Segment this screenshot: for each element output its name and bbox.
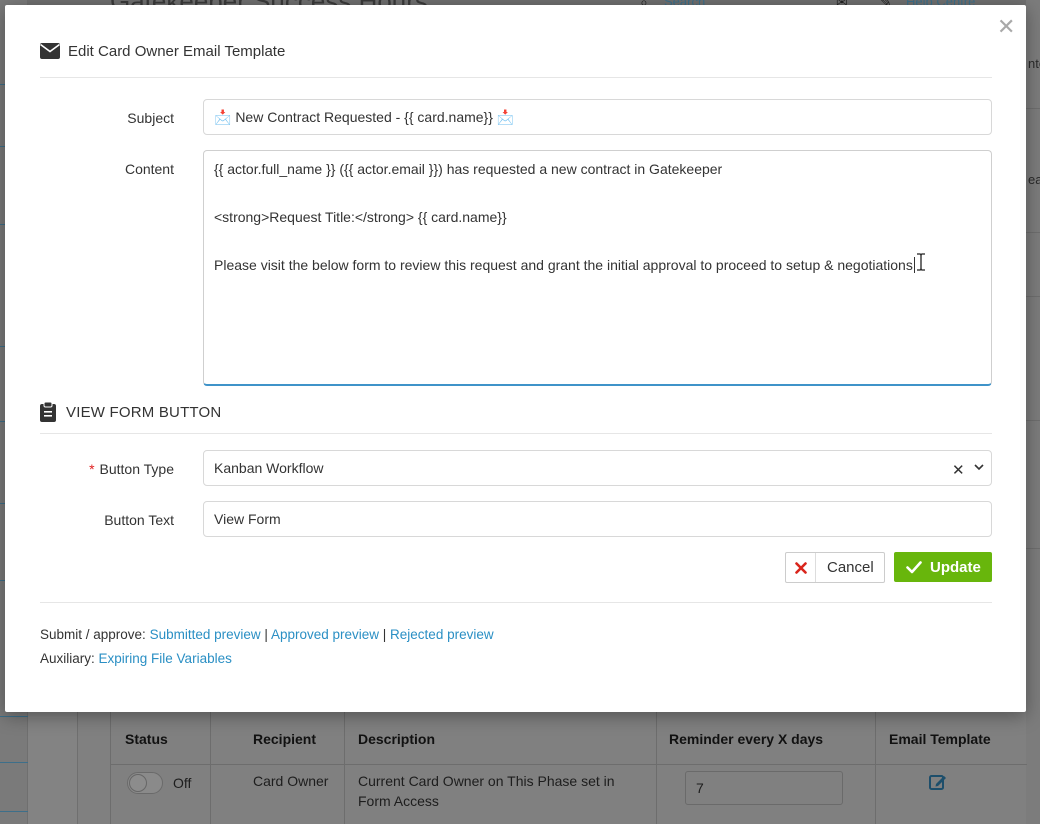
button-type-label: * Button Type: [89, 461, 174, 477]
table-header-recipient: Recipient: [253, 731, 317, 747]
chevron-down-icon[interactable]: [973, 461, 985, 473]
section-divider: [40, 433, 992, 434]
content-line: [214, 184, 981, 208]
header-divider: [40, 77, 992, 78]
subject-input[interactable]: 📩 New Contract Requested - {{ card.name}…: [203, 99, 992, 135]
background-left-panel: [28, 700, 78, 824]
link-separator: |: [382, 627, 387, 642]
background-right-text: nte: [1028, 56, 1040, 71]
cancel-x-icon: [786, 553, 816, 582]
text-cursor-icon: [917, 253, 925, 271]
view-form-section-header: VIEW FORM BUTTON: [40, 401, 221, 423]
table-header-reminder: Reminder every X days: [669, 731, 824, 747]
link-separator: |: [264, 627, 268, 642]
background-reminders-table: Status Recipient Description Reminder ev…: [110, 712, 1027, 824]
button-text-label: Button Text: [104, 512, 174, 528]
footer-divider: [40, 602, 992, 603]
cancel-label: Cancel: [827, 559, 874, 576]
edit-template-icon[interactable]: [928, 772, 948, 792]
section-title: VIEW FORM BUTTON: [66, 403, 222, 421]
rejected-preview-link[interactable]: Rejected preview: [390, 627, 494, 642]
content-line: <strong>Request Title:</strong> {{ card.…: [214, 209, 507, 225]
background-right-edge: [1026, 0, 1040, 824]
edit-email-template-modal: ✕ Edit Card Owner Email Template Subject…: [5, 5, 1026, 712]
update-button[interactable]: Update: [894, 552, 992, 582]
cancel-button[interactable]: Cancel: [785, 552, 885, 583]
modal-header: Edit Card Owner Email Template: [40, 39, 285, 63]
approved-preview-link[interactable]: Approved preview: [271, 627, 379, 642]
content-line: [214, 232, 981, 256]
button-type-select[interactable]: Kanban Workflow: [203, 450, 992, 486]
recipient-cell: Card Owner: [253, 773, 329, 789]
preview-links-line: Submit / approve: Submitted preview | Ap…: [40, 627, 494, 642]
description-cell: Current Card Owner on This Phase set in …: [358, 773, 615, 809]
status-toggle[interactable]: [127, 772, 163, 794]
modal-title: Edit Card Owner Email Template: [68, 42, 286, 60]
content-label: Content: [124, 161, 174, 177]
clear-selection-icon[interactable]: ✕: [952, 461, 965, 479]
expiring-file-variables-link[interactable]: Expiring File Variables: [99, 651, 232, 666]
submit-approve-prefix: Submit / approve:: [40, 627, 146, 642]
subject-label: Subject: [127, 110, 174, 126]
auxiliary-prefix: Auxiliary:: [40, 651, 95, 666]
table-header-status: Status: [125, 731, 168, 747]
auxiliary-links-line: Auxiliary: Expiring File Variables: [40, 651, 232, 666]
button-text-input[interactable]: View Form: [203, 501, 992, 537]
submitted-preview-link[interactable]: Submitted preview: [150, 627, 261, 642]
status-label: Off: [173, 775, 192, 791]
clipboard-icon: [40, 402, 56, 422]
reminder-days-input[interactable]: 7: [685, 771, 843, 805]
close-icon[interactable]: ✕: [997, 17, 1015, 39]
update-label: Update: [930, 558, 981, 576]
table-header-description: Description: [358, 731, 436, 747]
content-line-last: Please visit the below form to review th…: [214, 257, 915, 273]
content-textarea[interactable]: {{ actor.full_name }} ({{ actor.email }}…: [203, 150, 992, 386]
background-right-text: eat: [1028, 172, 1040, 187]
table-header-email-template: Email Template: [889, 731, 991, 747]
checkmark-icon: [906, 561, 922, 574]
content-line: {{ actor.full_name }} ({{ actor.email }}…: [214, 161, 723, 177]
envelope-icon: [40, 43, 60, 59]
required-mark: *: [89, 461, 95, 477]
